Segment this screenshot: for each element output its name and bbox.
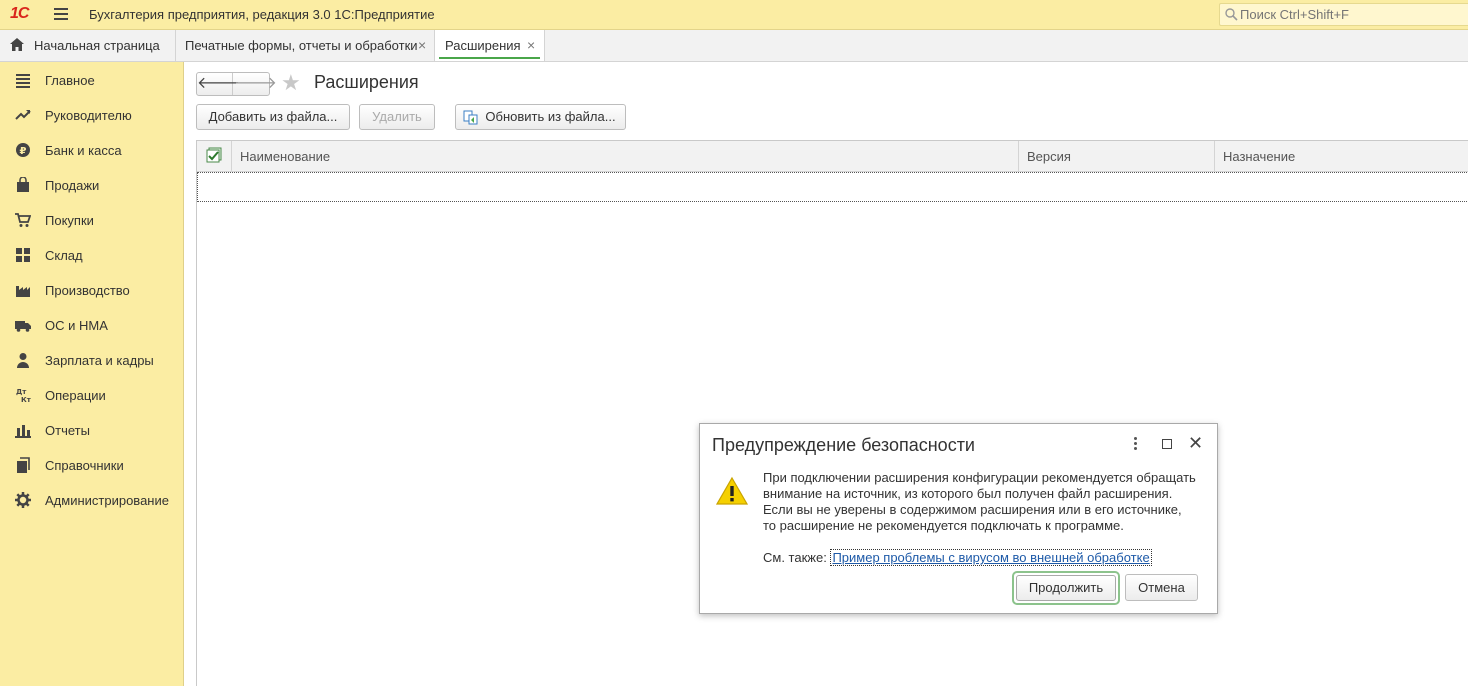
bar-chart-icon (15, 425, 31, 438)
sidebar-item-main[interactable]: Главное (0, 63, 183, 98)
dt-kt-icon: ДтКт (16, 388, 31, 403)
home-icon (10, 38, 24, 51)
trend-icon (15, 110, 31, 120)
main-menu-icon[interactable] (54, 8, 68, 20)
tab-label: Расширения (445, 38, 521, 53)
sidebar-item-purchases[interactable]: Покупки (0, 203, 183, 238)
forward-arrow-icon[interactable]: 🡒 (234, 73, 277, 95)
security-warning-dialog: Предупреждение безопасности ✕ При подклю… (699, 423, 1218, 614)
sidebar-item-salary[interactable]: Зарплата и кадры (0, 343, 183, 378)
close-icon[interactable]: ✕ (1188, 433, 1203, 453)
close-icon[interactable]: × (527, 37, 535, 53)
search-input[interactable] (1240, 4, 1465, 25)
tab-label: Печатные формы, отчеты и обработки (185, 38, 418, 53)
continue-button-label: Продолжить (1016, 575, 1116, 601)
dialog-title: Предупреждение безопасности (712, 435, 975, 455)
app-title: Бухгалтерия предприятия, редакция 3.0 1С… (89, 7, 435, 22)
gear-icon (15, 492, 31, 508)
sidebar-item-operations[interactable]: Дт Кт Операции (0, 378, 183, 413)
tab-label: Начальная страница (34, 38, 160, 53)
tab-extensions[interactable]: Расширения × (435, 30, 545, 61)
warehouse-icon (16, 248, 30, 262)
dialog-message: то расширение не рекомендуется подключат… (763, 518, 1124, 533)
ruble-icon: ₽ (16, 143, 30, 157)
sidebar-item-label: Покупки (45, 213, 94, 228)
sidebar-item-label: Зарплата и кадры (45, 353, 154, 368)
add-from-file-button[interactable]: Добавить из файла... (196, 104, 350, 130)
close-icon[interactable]: × (418, 37, 426, 53)
update-file-icon (463, 110, 478, 125)
dialog-message: внимание на источник, из которого был по… (763, 486, 1173, 501)
sidebar-item-production[interactable]: Производство (0, 273, 183, 308)
sidebar-item-label: Отчеты (45, 423, 90, 438)
sidebar-item-warehouse[interactable]: Склад (0, 238, 183, 273)
checkbox-checked-icon (206, 147, 222, 163)
select-all-checkbox[interactable] (197, 141, 232, 171)
sidebar-item-label: Справочники (45, 458, 124, 473)
search-box[interactable] (1219, 3, 1468, 26)
search-icon (1225, 8, 1238, 21)
sidebar-item-catalogs[interactable]: Справочники (0, 448, 183, 483)
table-header: Наименование Версия Назначение (197, 141, 1468, 172)
person-icon (17, 353, 29, 368)
truck-icon (15, 321, 31, 332)
sidebar-item-manager[interactable]: Руководителю (0, 98, 183, 133)
page-title: Расширения (314, 72, 419, 92)
see-also-label: См. также: (763, 550, 831, 565)
active-tab-indicator (439, 57, 540, 59)
svg-text:Дт: Дт (16, 388, 27, 396)
virus-example-link[interactable]: Пример проблемы с вирусом во внешней обр… (830, 549, 1152, 566)
see-also: См. также: Пример проблемы с вирусом во … (763, 549, 1152, 566)
sidebar-item-fixed-assets[interactable]: ОС и НМА (0, 308, 183, 343)
sidebar-item-administration[interactable]: Администрирование (0, 483, 183, 518)
warning-icon (716, 476, 748, 505)
sidebar-item-label: ОС и НМА (45, 318, 108, 333)
sidebar-item-label: Операции (45, 388, 106, 403)
sidebar-item-reports[interactable]: Отчеты (0, 413, 183, 448)
dialog-message: Если вы не уверены в содержимом расширен… (763, 502, 1182, 517)
sidebar-item-label: Производство (45, 283, 130, 298)
1c-logo[interactable]: 1С (10, 5, 29, 23)
cart-icon (15, 213, 31, 227)
maximize-icon[interactable] (1162, 439, 1172, 449)
title-bar: 1С Бухгалтерия предприятия, редакция 3.0… (0, 0, 1468, 30)
open-tabs-bar: Начальная страница Печатные формы, отчет… (0, 30, 1468, 62)
more-options-icon[interactable] (1131, 437, 1139, 451)
sidebar-item-bank[interactable]: ₽ Банк и касса (0, 133, 183, 168)
sidebar-item-label: Склад (45, 248, 83, 263)
bag-icon (17, 177, 29, 192)
column-header-version[interactable]: Версия (1019, 141, 1215, 171)
sidebar-item-label: Главное (45, 73, 95, 88)
sidebar-item-label: Руководителю (45, 108, 132, 123)
svg-text:₽: ₽ (20, 146, 27, 157)
svg-text:Кт: Кт (21, 396, 31, 403)
history-nav: 🡐 🡒 (196, 72, 277, 96)
sections-sidebar: Главное Руководителю ₽ Банк и касса Прод… (0, 62, 184, 686)
column-header-purpose[interactable]: Назначение (1215, 141, 1468, 171)
back-arrow-icon[interactable]: 🡐 (197, 73, 240, 95)
cancel-button[interactable]: Отмена (1125, 574, 1198, 601)
update-from-file-button[interactable]: Обновить из файла... (455, 104, 626, 130)
factory-icon (16, 286, 30, 297)
delete-button[interactable]: Удалить (359, 104, 435, 130)
tab-home[interactable]: Начальная страница (0, 30, 176, 61)
table-row[interactable] (197, 172, 1468, 202)
continue-button[interactable]: Продолжить (1012, 571, 1120, 605)
button-label: Обновить из файла... (485, 109, 616, 124)
sidebar-item-label: Банк и касса (45, 143, 122, 158)
column-header-name[interactable]: Наименование (232, 141, 1019, 171)
books-icon (17, 457, 30, 473)
list-icon (16, 74, 30, 88)
favorite-star-icon[interactable]: ★ (281, 71, 301, 95)
tab-print-forms[interactable]: Печатные формы, отчеты и обработки × (176, 30, 435, 61)
dialog-message: При подключении расширения конфигурации … (763, 470, 1196, 485)
sidebar-item-label: Продажи (45, 178, 100, 193)
sidebar-item-label: Администрирование (45, 493, 169, 508)
sidebar-item-sales[interactable]: Продажи (0, 168, 183, 203)
